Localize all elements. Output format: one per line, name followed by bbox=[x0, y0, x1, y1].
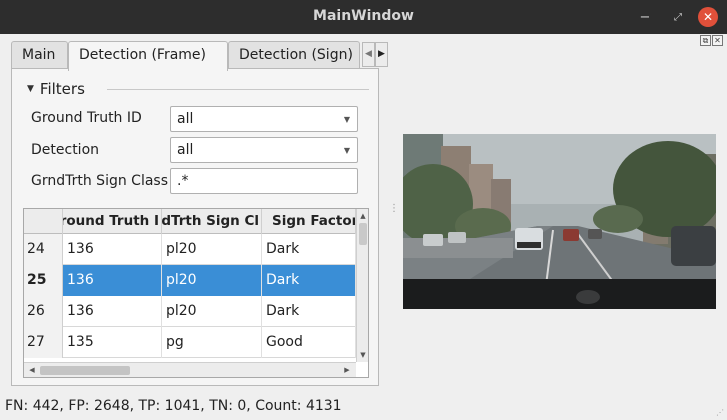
scroll-right-icon[interactable]: ▶ bbox=[341, 365, 353, 376]
collapse-triangle-icon: ▼ bbox=[27, 84, 34, 94]
table-row[interactable]: 26 136 pl20 Dark bbox=[24, 296, 356, 327]
splitter-handle[interactable]: ⋮ bbox=[389, 203, 399, 214]
title-bar: MainWindow − ⤢ ✕ bbox=[0, 0, 727, 34]
detections-table: round Truth I dTrth Sign Cl Sign Factor … bbox=[23, 208, 369, 378]
filters-divider bbox=[107, 89, 369, 90]
chevron-down-icon: ▼ bbox=[343, 146, 350, 155]
ground-truth-id-combo[interactable]: all ▼ bbox=[170, 106, 358, 132]
cell-sign-class[interactable]: pl20 bbox=[162, 234, 262, 265]
row-header[interactable]: 25 bbox=[24, 265, 63, 296]
detection-frame-panel: ▼ Filters Ground Truth ID all ▼ Detectio… bbox=[11, 68, 379, 386]
filters-label: Filters bbox=[39, 80, 85, 98]
horizontal-scroll-thumb[interactable] bbox=[40, 366, 130, 375]
cell-ground-truth-id[interactable]: 135 bbox=[63, 327, 162, 358]
scroll-up-icon[interactable]: ▲ bbox=[357, 210, 368, 222]
tab-detection-sign[interactable]: Detection (Sign) bbox=[228, 41, 360, 69]
table-row[interactable]: 24 136 pl20 Dark bbox=[24, 234, 356, 265]
status-bar-text: FN: 442, FP: 2648, TP: 1041, TN: 0, Coun… bbox=[5, 398, 342, 414]
tab-detection-frame[interactable]: Detection (Frame) bbox=[68, 41, 228, 71]
tab-scroll-right-button[interactable]: ▶ bbox=[375, 42, 388, 67]
cell-ground-truth-id[interactable]: 136 bbox=[63, 234, 162, 265]
tab-main[interactable]: Main bbox=[11, 41, 68, 69]
chevron-down-icon: ▼ bbox=[343, 115, 350, 124]
ground-truth-id-value: all bbox=[177, 111, 194, 127]
table-vertical-scrollbar[interactable]: ▲ ▼ bbox=[356, 209, 368, 362]
detection-combo[interactable]: all ▼ bbox=[170, 137, 358, 163]
ground-truth-id-label: Ground Truth ID bbox=[31, 110, 142, 126]
table-horizontal-scrollbar[interactable]: ◀ ▶ bbox=[24, 362, 356, 377]
table-row[interactable]: 27 135 pg Good bbox=[24, 327, 356, 358]
cell-ground-truth-id[interactable]: 136 bbox=[63, 296, 162, 327]
row-header[interactable]: 27 bbox=[24, 327, 63, 358]
dock-float-icon[interactable]: ⧉ bbox=[700, 35, 711, 46]
cell-sign-class[interactable]: pg bbox=[162, 327, 262, 358]
cell-sign-factor[interactable]: Dark bbox=[262, 234, 356, 265]
frame-image bbox=[403, 134, 716, 309]
detection-label: Detection bbox=[31, 142, 100, 158]
cell-sign-class[interactable]: pl20 bbox=[162, 296, 262, 327]
scroll-left-icon[interactable]: ◀ bbox=[26, 365, 38, 376]
filters-group-toggle[interactable]: ▼ Filters bbox=[27, 80, 85, 98]
row-header[interactable]: 26 bbox=[24, 296, 63, 327]
close-button[interactable]: ✕ bbox=[698, 7, 718, 27]
dock-buttons: ⧉ ✕ bbox=[700, 35, 723, 46]
scroll-down-icon[interactable]: ▼ bbox=[357, 349, 368, 361]
cell-ground-truth-id[interactable]: 136 bbox=[63, 265, 162, 296]
column-header-sign-class[interactable]: dTrth Sign Cl bbox=[162, 209, 262, 234]
row-header[interactable]: 24 bbox=[24, 234, 63, 265]
table-row-selected[interactable]: 25 136 pl20 Dark bbox=[24, 265, 356, 296]
column-header-ground-truth-id[interactable]: round Truth I bbox=[63, 209, 162, 234]
maximize-button[interactable]: ⤢ bbox=[668, 7, 688, 27]
cell-sign-factor[interactable]: Good bbox=[262, 327, 356, 358]
sign-class-input[interactable]: .* bbox=[170, 168, 358, 194]
minimize-button[interactable]: − bbox=[635, 7, 655, 27]
detection-value: all bbox=[177, 142, 194, 158]
table-corner[interactable] bbox=[24, 209, 63, 234]
cell-sign-factor[interactable]: Dark bbox=[262, 265, 356, 296]
window-title: MainWindow bbox=[313, 8, 414, 24]
dock-close-icon[interactable]: ✕ bbox=[712, 35, 723, 46]
road-scene-image bbox=[403, 134, 716, 309]
column-header-sign-factor[interactable]: Sign Factor bbox=[262, 209, 356, 234]
sign-class-label: GrndTrth Sign Class bbox=[31, 173, 168, 189]
size-grip[interactable]: ⋰ bbox=[716, 408, 724, 417]
cell-sign-factor[interactable]: Dark bbox=[262, 296, 356, 327]
tab-scroll-left-button[interactable]: ◀ bbox=[362, 42, 375, 67]
cell-sign-class[interactable]: pl20 bbox=[162, 265, 262, 296]
table-header: round Truth I dTrth Sign Cl Sign Factor bbox=[24, 209, 356, 234]
vertical-scroll-thumb[interactable] bbox=[359, 223, 367, 245]
